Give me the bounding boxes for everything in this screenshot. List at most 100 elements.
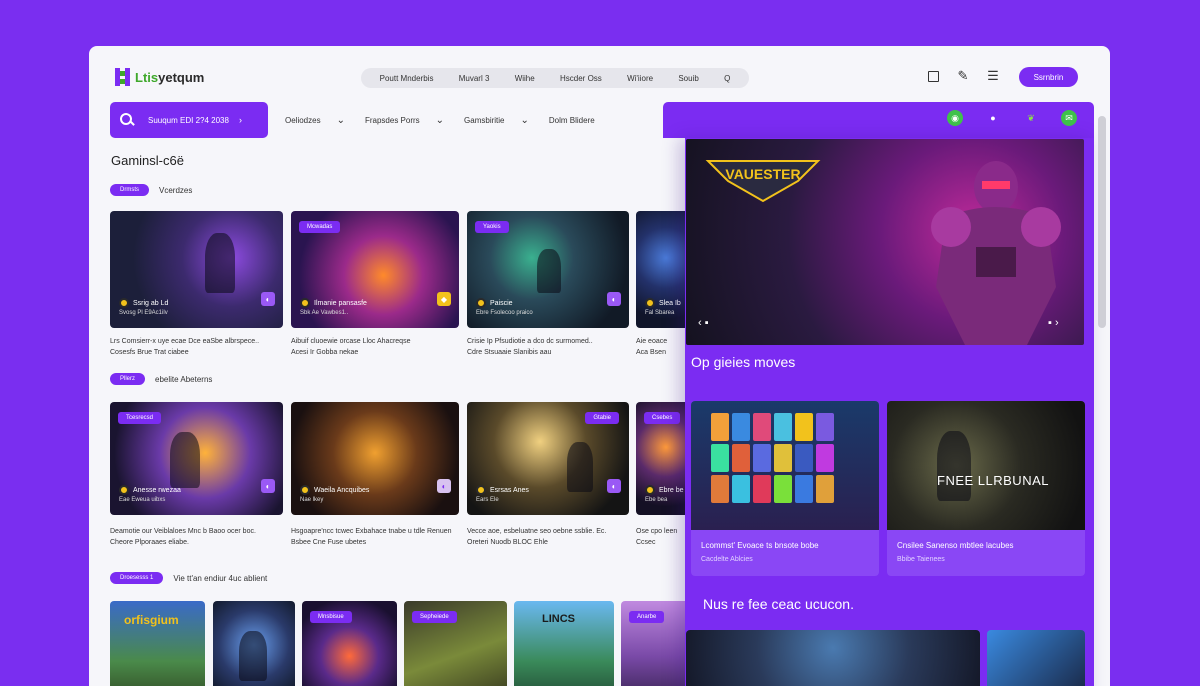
character-figure xyxy=(537,249,561,293)
square-icon[interactable] xyxy=(925,68,941,84)
card-description: Aibuif cluoewie orcase Lloc Ahacreqse Ace… xyxy=(291,338,411,356)
card-description: Deamotie our Veiblaloes Mnc b Baoo ocer … xyxy=(110,528,256,546)
game-card[interactable]: Ssrig ab Ld Svosg Pl E9Ac1ilv ◐ xyxy=(110,211,283,328)
card-subtitle: Bbibe Taienees xyxy=(897,556,945,563)
filter-bar: Oeliodzes ⌄ Frapsdes Porrs ⌄ Gamsbiritie ⌄ … xyxy=(275,102,663,138)
scrollbar[interactable] xyxy=(1098,116,1106,328)
user-icon[interactable]: ● xyxy=(985,110,1001,126)
game-card[interactable]: LINCS xyxy=(514,601,614,686)
game-card[interactable]: Mcwadas Ilmanie pansasfe Sbk Ae Vawbes1.… xyxy=(291,211,459,328)
top-icons: ✎ ☰ xyxy=(925,68,1001,84)
card-subtitle: Ebe bea xyxy=(645,497,668,503)
row2-header: Pllerz ebelite Abeterns xyxy=(110,373,212,385)
platform-icon: ◐ xyxy=(261,479,275,493)
category-label: ebelite Abeterns xyxy=(155,374,213,384)
filter-dropdown[interactable]: Frapsdes Porrs ⌄ xyxy=(355,115,454,126)
chevron-right-icon[interactable]: ▪ › xyxy=(1048,317,1059,329)
game-card[interactable]: orfisgium xyxy=(110,601,205,686)
card-title: Cnsilee Sanenso mbtlee lacubes xyxy=(897,541,1014,550)
card-subtitle: Svosg Pl E9Ac1ilv xyxy=(119,310,168,316)
game-card[interactable]: Yaokis Paiscie Ebre Fsolecoo praico ◐ xyxy=(467,211,629,328)
chevron-down-icon: ⌄ xyxy=(435,114,445,126)
card-title: Ssrig ab Ld xyxy=(133,299,169,307)
game-card[interactable]: Gtabie Esrsas Anes Ears Ele ◐ xyxy=(467,402,629,515)
top-navigation: Poutt Mnderbis Muvarl 3 Wiihe Hscder Oss… xyxy=(361,68,749,88)
card-subtitle: Eae Eweua uibxs xyxy=(119,497,166,503)
card-badge: Mnsbisue xyxy=(310,611,352,623)
card-image-title: FNEE LLRBUNAL xyxy=(937,473,1049,488)
coin-icon xyxy=(300,485,310,495)
card-badge: Anarbe xyxy=(629,611,665,623)
nav-item[interactable]: Hscder Oss xyxy=(560,74,602,83)
section-title: Op gieies moves xyxy=(691,354,796,370)
hero-banner[interactable]: VAUESTER ‹ ▪ ▪ › xyxy=(686,139,1084,345)
coin-icon xyxy=(300,298,310,308)
category-chip[interactable]: Drmsts xyxy=(110,184,149,196)
brand-logo[interactable]: Ltisyetqum xyxy=(115,68,204,86)
card-title: Ebre be xyxy=(659,486,684,494)
card-badge: Mcwadas xyxy=(299,221,341,233)
game-card[interactable]: Sepheiede xyxy=(404,601,507,686)
featured-card[interactable] xyxy=(987,630,1085,686)
card-badge: Csebes xyxy=(644,412,681,424)
platform-icon: ◐ xyxy=(607,292,621,306)
platform-icon: ◐ xyxy=(261,292,275,306)
card-badge: Sepheiede xyxy=(412,611,457,623)
nav-search-item[interactable]: Q xyxy=(724,74,730,83)
row1-header: Drmsts Vcerdzes xyxy=(110,184,192,196)
card-description: Hsgoapre'ncc tcwec Exbahace tnabe u tdle… xyxy=(291,528,452,546)
card-subtitle: Fal Sbarea xyxy=(645,310,675,316)
search-icon xyxy=(120,113,134,127)
card-title: Anesse rwezaa xyxy=(133,486,181,494)
search-box[interactable]: Suuqum EDI 2?4 2038 › xyxy=(110,102,268,138)
filter-dropdown[interactable]: Oeliodzes ⌄ xyxy=(275,115,355,126)
coin-icon xyxy=(476,485,486,495)
card-subtitle: Cacdelte Ablcies xyxy=(701,556,753,563)
nav-item[interactable]: Wiihe xyxy=(515,74,535,83)
category-label: Vcerdzes xyxy=(159,185,193,195)
card-title: Slea Ib xyxy=(659,299,681,307)
coin-icon xyxy=(119,298,129,308)
featured-card[interactable]: Lcommst' Evoace ts bnsote bobe Cacdelte … xyxy=(691,401,879,576)
featured-card[interactable]: FNEE LLRBUNAL Cnsilee Sanenso mbtlee lac… xyxy=(887,401,1085,576)
chevron-left-icon[interactable]: ‹ ▪ xyxy=(698,317,709,329)
featured-card[interactable] xyxy=(686,630,980,686)
nav-item[interactable]: Poutt Mnderbis xyxy=(380,74,434,83)
filter-dropdown[interactable]: Dolm Blidere xyxy=(539,116,605,125)
game-card[interactable]: Tcesrecsd Anesse rwezaa Eae Eweua uibxs … xyxy=(110,402,283,515)
character-figure xyxy=(170,432,200,488)
category-chip[interactable]: Pllerz xyxy=(110,373,146,385)
card-subtitle: Ebre Fsolecoo praico xyxy=(476,310,533,316)
game-card[interactable] xyxy=(213,601,295,686)
character-figure xyxy=(567,442,593,492)
signin-button[interactable]: Ssrnbrin xyxy=(1019,67,1078,87)
card-description: Lrs Comsierr-x uye ecae Dce eaSbe albrsp… xyxy=(110,338,260,356)
category-chip[interactable]: Droesesss 1 xyxy=(110,572,164,584)
featured-panel: VAUESTER ‹ ▪ ▪ › Op gieies moves Lcommst… xyxy=(685,138,1094,686)
hero-logo: VAUESTER xyxy=(705,160,821,203)
platform-icon: ◐ xyxy=(437,479,451,493)
card-title: Waeila Ancquibes xyxy=(314,486,370,494)
character-figure xyxy=(205,233,235,293)
nav-item[interactable]: Souib xyxy=(678,74,698,83)
pen-icon[interactable]: ✎ xyxy=(955,68,971,84)
chat-icon[interactable]: ✉ xyxy=(1061,110,1077,126)
leaf-icon[interactable]: ❦ xyxy=(1023,110,1039,126)
game-card[interactable]: Waeila Ancquibes Nae lkey ◐ xyxy=(291,402,459,515)
filter-dropdown[interactable]: Gamsbiritie ⌄ xyxy=(454,115,539,126)
logo-mark-icon xyxy=(115,68,131,86)
card-title: Paiscie xyxy=(490,299,513,307)
platform-icon: ◆ xyxy=(437,292,451,306)
card-badge: Gtabie xyxy=(585,412,619,424)
coin-icon xyxy=(645,298,655,308)
card-title: LINCS xyxy=(542,613,575,625)
hero-title: VAUESTER xyxy=(725,166,800,182)
section-title: Nus re fee ceac ucucon. xyxy=(703,596,854,612)
card-badge: Yaokis xyxy=(475,221,509,233)
globe-icon[interactable]: ◉ xyxy=(947,110,963,126)
card-badge: Tcesrecsd xyxy=(118,412,162,424)
game-card[interactable]: Mnsbisue xyxy=(302,601,397,686)
nav-item[interactable]: Wi'iiore xyxy=(627,74,653,83)
nav-item[interactable]: Muvarl 3 xyxy=(459,74,490,83)
menu-icon[interactable]: ☰ xyxy=(985,68,1001,84)
